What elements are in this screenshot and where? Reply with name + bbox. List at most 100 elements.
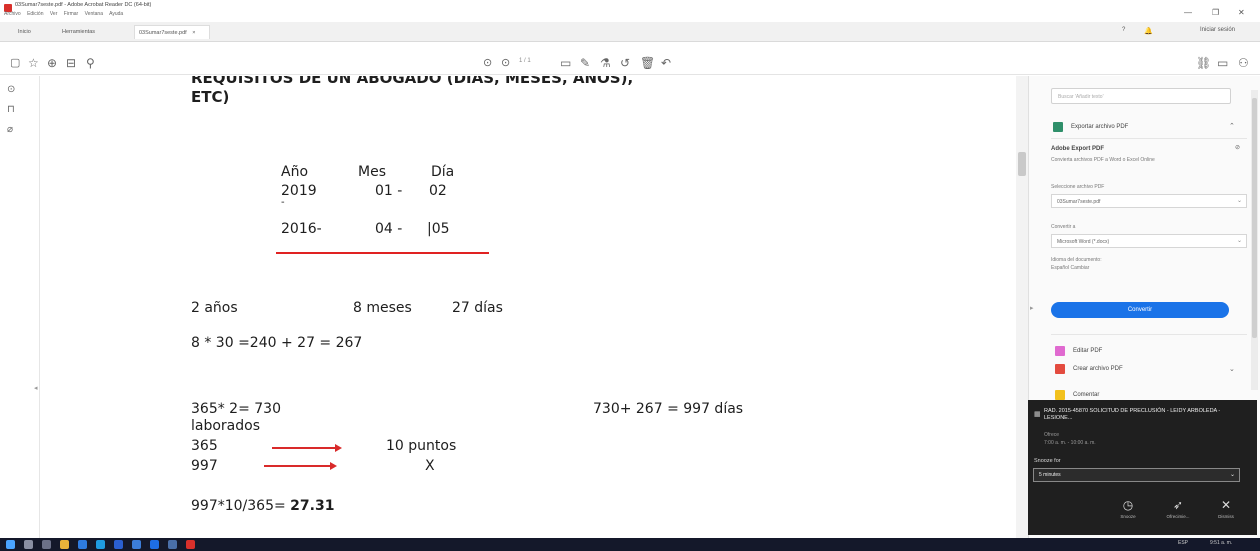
select-file-dropdown[interactable]: 03Sumar7seste.pdf ⌄ xyxy=(1051,194,1247,208)
close-icon: ✕ xyxy=(1220,498,1232,512)
pen-icon[interactable]: ✎ xyxy=(580,55,590,71)
help-icon[interactable]: ? xyxy=(1122,27,1125,33)
bookmark-icon[interactable]: ⊓ xyxy=(7,104,15,115)
edge-icon[interactable] xyxy=(78,540,87,549)
outlook-icon[interactable] xyxy=(96,540,105,549)
menu-ayuda[interactable]: Ayuda xyxy=(109,11,123,17)
chevron-down-icon: ⌄ xyxy=(1236,238,1242,244)
maximize-button[interactable]: ❐ xyxy=(1212,8,1219,17)
panel-scrollbar-thumb[interactable] xyxy=(1252,98,1257,338)
start-icon[interactable] xyxy=(6,540,15,549)
document-scrollbar-thumb[interactable] xyxy=(1018,152,1026,176)
share-icon[interactable]: ⊕ xyxy=(47,55,57,71)
rotate-icon[interactable]: ↺ xyxy=(620,55,630,71)
menu-bar: Archivo Edición Ver Firmar Ventana Ayuda xyxy=(4,11,128,17)
comment-tool-icon xyxy=(1055,390,1065,400)
minimize-button[interactable]: — xyxy=(1184,8,1192,17)
col-day-label: Día xyxy=(431,164,455,180)
rule-row-b-arrowhead xyxy=(330,462,337,470)
snooze-button-label: Snooze xyxy=(1120,514,1136,519)
tab-tools[interactable]: Herramientas xyxy=(58,25,99,39)
select-file-label: Seleccione archivo PDF xyxy=(1051,184,1105,190)
row2-day: |05 xyxy=(427,221,450,237)
star-icon[interactable]: ☆ xyxy=(28,55,39,71)
signin-link[interactable]: Iniciar sesión xyxy=(1200,27,1235,33)
final-value: 27.31 xyxy=(290,498,335,514)
menu-firmar[interactable]: Firmar xyxy=(64,11,78,17)
chat-icon[interactable]: ▭ xyxy=(1217,55,1228,71)
rule-row-a-left: 365 xyxy=(191,438,218,454)
account-icon[interactable]: ⚇ xyxy=(1238,55,1249,71)
panel-divider xyxy=(1051,334,1247,335)
search-taskbar-icon[interactable] xyxy=(24,540,33,549)
teams-icon[interactable] xyxy=(150,540,159,549)
document-scrollbar[interactable] xyxy=(1016,76,1028,538)
join-icon: ➶ xyxy=(1172,498,1184,512)
taskbar-clock[interactable]: 9:51 a. m. xyxy=(1210,540,1232,546)
windows-taskbar: ESP 9:51 a. m. xyxy=(0,538,1260,551)
share-link-icon[interactable]: ⛓ xyxy=(1196,55,1211,71)
tab-home[interactable]: Inicio xyxy=(14,25,35,39)
calculation-years: 365* 2= 730 xyxy=(191,401,281,417)
page-up-icon[interactable]: ⊙ xyxy=(483,55,492,71)
word-icon[interactable] xyxy=(114,540,123,549)
close-button[interactable]: ✕ xyxy=(1238,8,1245,17)
convert-to-dropdown[interactable]: Microsoft Word (*.docx) ⌄ xyxy=(1051,234,1247,248)
toolbar: ▢ ☆ ⊕ ⊟ ⚲ ⊙ ⊙ 1 / 1 ▭ ✎ ⚗ ↺ 🗑 ↶ ⛓ ▭ ⚇ xyxy=(0,53,1260,75)
app-icon[interactable] xyxy=(168,540,177,549)
dismiss-button[interactable]: ✕ Dismiss xyxy=(1206,498,1246,519)
tool-edit-pdf[interactable]: Editar PDF xyxy=(1073,348,1102,354)
menu-edicion[interactable]: Edición xyxy=(27,11,43,17)
new-file-icon[interactable]: ▢ xyxy=(10,55,20,71)
tab-document[interactable]: 03Sumar7seste.pdf × xyxy=(134,25,210,39)
tool-create-pdf[interactable]: Crear archivo PDF xyxy=(1073,366,1123,372)
task-view-icon[interactable] xyxy=(42,540,51,549)
convert-button[interactable]: Convertir xyxy=(1051,302,1229,318)
left-navigation-rail: ⊙ ⊓ ⌀ ◂ xyxy=(0,76,40,538)
final-expression: 997*10/365= xyxy=(191,498,286,514)
snooze-label: Snooze for xyxy=(1034,458,1061,464)
snooze-button[interactable]: ◷ Snooze xyxy=(1108,498,1148,519)
close-tab-icon[interactable]: × xyxy=(192,30,195,36)
menu-archivo[interactable]: Archivo xyxy=(4,11,21,17)
trash-icon[interactable]: 🗑 xyxy=(640,55,655,71)
final-calculation: 997*10/365= 27.31 xyxy=(191,498,334,514)
tool-comment[interactable]: Comentar xyxy=(1073,392,1099,398)
chevron-down-icon[interactable]: ⌄ xyxy=(1229,365,1235,373)
pages-thumbnail-icon[interactable]: ⊙ xyxy=(7,84,15,95)
page-indicator[interactable]: 1 / 1 xyxy=(519,58,531,64)
doc-language-value[interactable]: Español Cambiar xyxy=(1051,265,1089,271)
acrobat-taskbar-icon[interactable] xyxy=(186,540,195,549)
file-explorer-icon[interactable] xyxy=(60,540,69,549)
sign-icon[interactable]: ⚗ xyxy=(600,55,611,71)
row1-dash: - xyxy=(281,197,285,208)
search-icon[interactable]: ⚲ xyxy=(86,55,95,71)
chrome-icon[interactable] xyxy=(132,540,141,549)
notifications-icon[interactable]: 🔔 xyxy=(1144,27,1153,35)
rule-row-a-arrowhead xyxy=(335,444,342,452)
rule-row-a-arrow xyxy=(272,447,336,449)
print-icon[interactable]: ⊟ xyxy=(66,55,76,71)
export-description: Convierta archivos PDF a Word o Excel On… xyxy=(1051,157,1155,163)
export-pdf-title[interactable]: Exportar archivo PDF xyxy=(1071,124,1128,130)
undo-icon[interactable]: ↶ xyxy=(661,55,671,71)
language-indicator[interactable]: ESP xyxy=(1178,540,1188,546)
dismiss-button-label: Dismiss xyxy=(1218,514,1234,519)
chevron-down-icon: ⌄ xyxy=(1229,472,1235,478)
meeting-reminder-toast[interactable]: ▦ RAD. 2015-45870 SOLICITUD DE PRECLUSIÓ… xyxy=(1028,400,1257,535)
attachment-icon[interactable]: ⌀ xyxy=(7,124,13,135)
info-icon[interactable]: ⊘ xyxy=(1235,144,1240,151)
menu-ventana[interactable]: Ventana xyxy=(85,11,103,17)
page-down-icon[interactable]: ⊙ xyxy=(501,55,510,71)
join-button[interactable]: ➶ Ofrecimie... xyxy=(1158,498,1198,519)
document-viewer[interactable]: REQUISITOS DE UN ABOGADO (DIAS, MESES, A… xyxy=(41,76,1016,538)
collapse-right-panel-icon[interactable]: ▸ xyxy=(1030,304,1034,312)
expand-left-panel-icon[interactable]: ◂ xyxy=(34,384,38,392)
tools-search-input[interactable]: Buscar 'Añadir texto' xyxy=(1051,88,1231,104)
chevron-up-icon[interactable]: ⌃ xyxy=(1229,122,1235,130)
comment-icon[interactable]: ▭ xyxy=(560,55,571,71)
panel-scrollbar[interactable] xyxy=(1251,90,1258,390)
snooze-dropdown[interactable]: 5 minutes ⌄ xyxy=(1033,468,1240,482)
menu-ver[interactable]: Ver xyxy=(50,11,58,17)
snooze-value: 5 minutes xyxy=(1039,472,1061,478)
